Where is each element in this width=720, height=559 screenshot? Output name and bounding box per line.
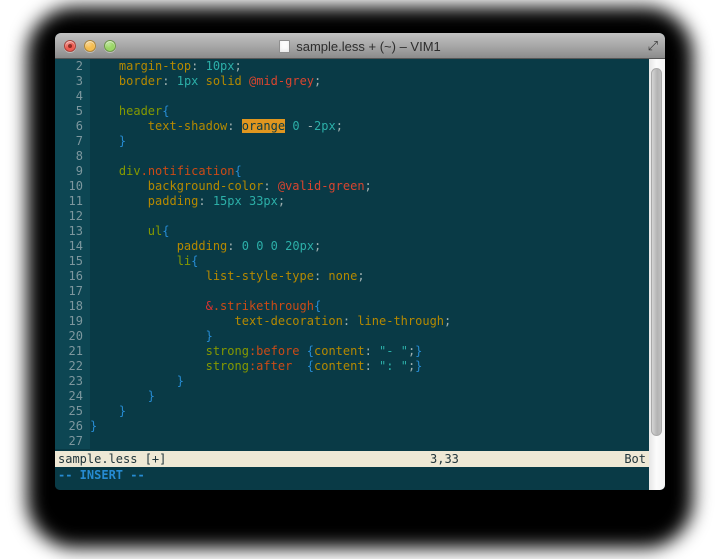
line-number: 5 [55, 104, 90, 119]
code-line[interactable]: 11 padding: 15px 33px; [55, 194, 649, 209]
line-number: 4 [55, 89, 90, 104]
line-number: 25 [55, 404, 90, 419]
line-number: 24 [55, 389, 90, 404]
line-number: 14 [55, 239, 90, 254]
code-text: li{ [90, 254, 198, 269]
search-highlight: orange [242, 119, 285, 133]
line-number: 2 [55, 59, 90, 74]
status-bar: sample.less [+] 3,33 Bot [55, 451, 649, 467]
code-text: } [90, 404, 126, 419]
line-number: 22 [55, 359, 90, 374]
window-title-area: sample.less + (~) – VIM1 [55, 33, 665, 59]
code-text: list-style-type: none; [90, 269, 365, 284]
code-text: text-decoration: line-through; [90, 314, 451, 329]
code-text: ul{ [90, 224, 169, 239]
code-text: strong:after {content: ": ";} [90, 359, 422, 374]
code-line[interactable]: 12 [55, 209, 649, 224]
line-number: 3 [55, 74, 90, 89]
status-scroll-position: Bot [624, 451, 646, 467]
document-icon [279, 40, 290, 53]
code-text: strong:before {content: "- ";} [90, 344, 422, 359]
code-line[interactable]: 13 ul{ [55, 224, 649, 239]
code-line[interactable]: 3 border: 1px solid @mid-grey; [55, 74, 649, 89]
line-number: 10 [55, 179, 90, 194]
code-line[interactable]: 5 header{ [55, 104, 649, 119]
editor-main: 2 margin-top: 10px;3 border: 1px solid @… [55, 59, 665, 490]
code-text: } [90, 374, 184, 389]
vim-window: sample.less + (~) – VIM1 ⤢ 2 margin-top:… [55, 33, 665, 490]
code-line[interactable]: 9 div.notification{ [55, 164, 649, 179]
page: sample.less + (~) – VIM1 ⤢ 2 margin-top:… [0, 0, 720, 559]
code-line[interactable]: 21 strong:before {content: "- ";} [55, 344, 649, 359]
line-number: 27 [55, 434, 90, 449]
code-line[interactable]: 15 li{ [55, 254, 649, 269]
fullscreen-icon[interactable]: ⤢ [648, 38, 658, 54]
code-text: &.strikethrough{ [90, 299, 321, 314]
code-line[interactable]: 14 padding: 0 0 0 20px; [55, 239, 649, 254]
line-number: 9 [55, 164, 90, 179]
code-line[interactable]: 26} [55, 419, 649, 434]
line-number: 21 [55, 344, 90, 359]
line-number: 19 [55, 314, 90, 329]
scrollbar-track[interactable] [649, 59, 665, 490]
editor-column: 2 margin-top: 10px;3 border: 1px solid @… [55, 59, 649, 490]
code-line[interactable]: 8 [55, 149, 649, 164]
code-line[interactable]: 23 } [55, 374, 649, 389]
scrollbar-thumb[interactable] [651, 68, 662, 436]
line-number: 8 [55, 149, 90, 164]
line-number: 20 [55, 329, 90, 344]
code-line[interactable]: 6 text-shadow: orange 0 -2px; [55, 119, 649, 134]
code-line[interactable]: 10 background-color: @valid-green; [55, 179, 649, 194]
line-number: 11 [55, 194, 90, 209]
code-text: background-color: @valid-green; [90, 179, 372, 194]
window-title: sample.less + (~) – VIM1 [296, 39, 441, 54]
code-line[interactable]: 24 } [55, 389, 649, 404]
code-line[interactable]: 19 text-decoration: line-through; [55, 314, 649, 329]
command-line: -- INSERT -- [55, 467, 649, 483]
status-cursor-position: 3,33 [430, 451, 459, 467]
line-number: 26 [55, 419, 90, 434]
code-line[interactable]: 18 &.strikethrough{ [55, 299, 649, 314]
code-text: } [90, 329, 213, 344]
code-line[interactable]: 25 } [55, 404, 649, 419]
code-text: text-shadow: orange 0 -2px; [90, 119, 343, 134]
line-number: 16 [55, 269, 90, 284]
code-text: header{ [90, 104, 170, 119]
line-number: 13 [55, 224, 90, 239]
code-line[interactable]: 17 [55, 284, 649, 299]
line-number: 6 [55, 119, 90, 134]
line-number: 15 [55, 254, 90, 269]
code-text: } [90, 419, 97, 434]
line-number: 18 [55, 299, 90, 314]
code-lines[interactable]: 2 margin-top: 10px;3 border: 1px solid @… [55, 59, 649, 451]
line-number: 12 [55, 209, 90, 224]
code-line[interactable]: 7 } [55, 134, 649, 149]
code-text: padding: 15px 33px; [90, 194, 285, 209]
mode-indicator: -- INSERT -- [58, 468, 145, 482]
titlebar[interactable]: sample.less + (~) – VIM1 ⤢ [55, 33, 665, 59]
code-line[interactable]: 2 margin-top: 10px; [55, 59, 649, 74]
code-text: padding: 0 0 0 20px; [90, 239, 321, 254]
code-text: margin-top: 10px; [90, 59, 242, 74]
line-number: 23 [55, 374, 90, 389]
code-text: } [90, 134, 126, 149]
line-number: 17 [55, 284, 90, 299]
code-line[interactable]: 20 } [55, 329, 649, 344]
code-text: div.notification{ [90, 164, 242, 179]
code-line[interactable]: 4 [55, 89, 649, 104]
code-line[interactable]: 27 [55, 434, 649, 449]
code-text: border: 1px solid @mid-grey; [90, 74, 321, 89]
line-number: 7 [55, 134, 90, 149]
code-text: } [90, 389, 155, 404]
code-line[interactable]: 22 strong:after {content: ": ";} [55, 359, 649, 374]
status-file-label: sample.less [+] [58, 452, 166, 466]
code-line[interactable]: 16 list-style-type: none; [55, 269, 649, 284]
